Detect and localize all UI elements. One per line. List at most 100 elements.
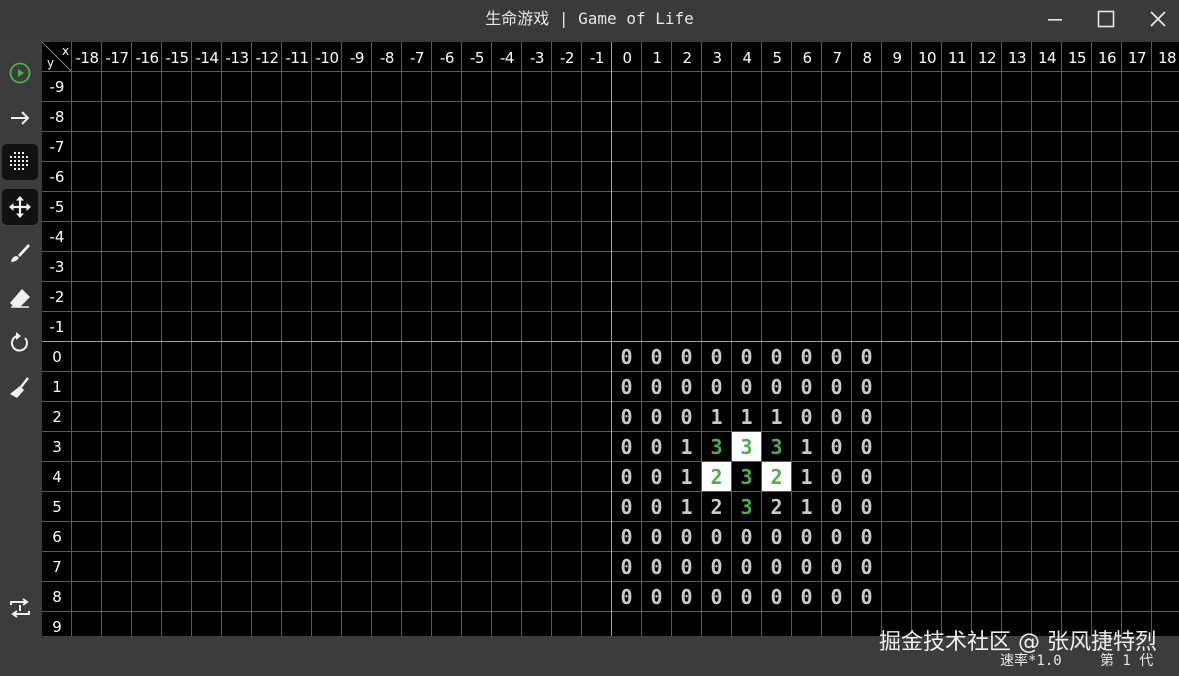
cell-count[interactable]: 0 [612, 462, 641, 491]
cell-count[interactable]: 0 [792, 582, 821, 611]
move-button[interactable] [2, 189, 38, 225]
close-button[interactable] [1132, 0, 1179, 38]
cell-count[interactable]: 0 [852, 372, 881, 401]
cell-count[interactable]: 0 [642, 402, 671, 431]
play-icon [9, 62, 31, 84]
cell-count[interactable]: 1 [672, 432, 701, 461]
cell-count[interactable]: 0 [792, 552, 821, 581]
cell-count[interactable]: 1 [732, 402, 761, 431]
cell-count[interactable]: 0 [612, 342, 641, 371]
cell-count[interactable]: 1 [792, 462, 821, 491]
cell-count[interactable]: 1 [792, 432, 821, 461]
cell-count[interactable]: 0 [612, 522, 641, 551]
cell-count[interactable]: 0 [822, 462, 851, 491]
cell-count[interactable]: 0 [762, 342, 791, 371]
cell-count[interactable]: 0 [852, 462, 881, 491]
window-title: 生命游戏 | Game of Life [485, 9, 694, 28]
cell-count[interactable]: 0 [792, 522, 821, 551]
brush-button[interactable] [2, 235, 38, 271]
live-cell[interactable]: 2 [702, 462, 731, 491]
x-label: 15 [1067, 49, 1087, 67]
cell-count[interactable]: 0 [852, 492, 881, 521]
cell-count[interactable]: 0 [672, 552, 701, 581]
cell-count[interactable]: 0 [762, 552, 791, 581]
cell-count[interactable]: 0 [642, 492, 671, 521]
minimize-button[interactable] [1029, 0, 1081, 38]
cell-count[interactable]: 0 [732, 582, 761, 611]
cell-count[interactable]: 0 [852, 582, 881, 611]
cell-count[interactable]: 3 [702, 432, 731, 461]
cell-count[interactable]: 0 [642, 342, 671, 371]
cell-count[interactable]: 0 [672, 582, 701, 611]
cell-count[interactable]: 0 [612, 552, 641, 581]
live-cell[interactable]: 2 [762, 462, 791, 491]
cell-count[interactable]: 0 [852, 342, 881, 371]
cell-count[interactable]: 0 [822, 492, 851, 521]
cell-count[interactable]: 0 [762, 582, 791, 611]
cell-count[interactable]: 0 [612, 492, 641, 521]
cell-count[interactable]: 0 [642, 582, 671, 611]
cell-count[interactable]: 0 [702, 372, 731, 401]
cell-count[interactable]: 0 [852, 552, 881, 581]
cell-count[interactable]: 0 [822, 342, 851, 371]
cell-count[interactable]: 2 [762, 492, 791, 521]
cell-count[interactable]: 3 [732, 462, 761, 491]
reset-button[interactable] [2, 325, 38, 361]
cell-count[interactable]: 0 [642, 522, 671, 551]
cell-count[interactable]: 0 [822, 372, 851, 401]
cell-count[interactable]: 0 [642, 462, 671, 491]
cell-count[interactable]: 1 [762, 402, 791, 431]
cell-count[interactable]: 1 [672, 462, 701, 491]
play-button[interactable] [2, 55, 38, 91]
cell-count[interactable]: 1 [702, 402, 731, 431]
live-cell[interactable]: 3 [732, 432, 761, 461]
cell-count[interactable]: 0 [612, 432, 641, 461]
x-label: 1 [652, 49, 662, 67]
cell-count[interactable]: 0 [702, 342, 731, 371]
maximize-button[interactable] [1080, 0, 1132, 38]
eraser-button[interactable] [2, 280, 38, 316]
cell-count[interactable]: 0 [792, 402, 821, 431]
cell-count[interactable]: 0 [762, 372, 791, 401]
cell-count[interactable]: 0 [852, 402, 881, 431]
cell-count[interactable]: 0 [612, 402, 641, 431]
cell-count[interactable]: 2 [702, 492, 731, 521]
cell-count[interactable]: 0 [732, 342, 761, 371]
grid-toggle-icon [10, 152, 28, 170]
cell-count[interactable]: 0 [822, 432, 851, 461]
cell-count[interactable]: 0 [792, 342, 821, 371]
cell-count[interactable]: 0 [822, 552, 851, 581]
cell-count[interactable]: 0 [672, 522, 701, 551]
cell-count[interactable]: 0 [822, 402, 851, 431]
cell-count[interactable]: 0 [642, 552, 671, 581]
cell-count[interactable]: 0 [702, 552, 731, 581]
game-board[interactable]: x y -18 -17 -16 -15 -14 -13 -12 -11 -10 -9 -8 -7 -6-… [42, 42, 1179, 636]
grid-toggle-button[interactable] [2, 144, 38, 180]
clear-button[interactable] [2, 370, 38, 406]
cell-count[interactable]: 0 [732, 522, 761, 551]
cell-count[interactable]: 0 [642, 372, 671, 401]
cell-count[interactable]: 0 [702, 582, 731, 611]
cell-count[interactable]: 0 [822, 582, 851, 611]
cell-count[interactable]: 0 [762, 522, 791, 551]
y-label: -1 [49, 318, 65, 336]
cell-count[interactable]: 0 [852, 522, 881, 551]
cell-count[interactable]: 0 [672, 402, 701, 431]
cell-count[interactable]: 0 [732, 372, 761, 401]
cell-count[interactable]: 0 [642, 432, 671, 461]
cell-count[interactable]: 0 [672, 342, 701, 371]
cell-count[interactable]: 0 [672, 372, 701, 401]
cell-count[interactable]: 0 [702, 522, 731, 551]
cell-count[interactable]: 1 [792, 492, 821, 521]
cell-count[interactable]: 0 [612, 372, 641, 401]
cell-count[interactable]: 0 [852, 432, 881, 461]
cell-count[interactable]: 3 [732, 492, 761, 521]
step-button[interactable] [2, 100, 38, 136]
cell-count[interactable]: 0 [822, 522, 851, 551]
random-button[interactable] [2, 590, 38, 626]
cell-count[interactable]: 0 [792, 372, 821, 401]
cell-count[interactable]: 0 [732, 552, 761, 581]
cell-count[interactable]: 0 [612, 582, 641, 611]
cell-count[interactable]: 1 [672, 492, 701, 521]
cell-count[interactable]: 3 [762, 432, 791, 461]
